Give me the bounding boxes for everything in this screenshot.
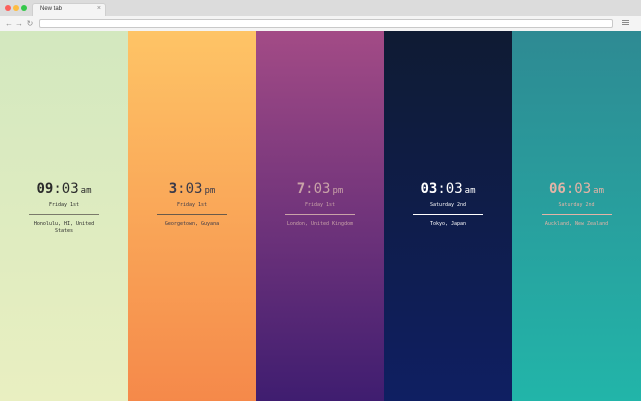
clock-divider — [157, 214, 227, 215]
clock-time: 7:03 pm — [256, 178, 384, 197]
clock-ampm: am — [80, 186, 92, 196]
clock-minute: 03 — [61, 181, 79, 197]
clock-date: Saturday 2nd — [558, 202, 595, 208]
clock-date: Friday 1st — [176, 202, 208, 208]
clock-colon: : — [305, 181, 314, 197]
clock-minute: 03 — [185, 181, 203, 197]
clock-location: Tokyo, Japan — [429, 221, 467, 227]
clock-minute: 03 — [445, 181, 463, 197]
back-arrow-icon[interactable]: ← — [5, 19, 13, 28]
clock-location: Auckland, New Zealand — [544, 221, 609, 227]
reload-icon[interactable]: ↻ — [26, 19, 34, 28]
world-clock-panels: 09:03 am Friday 1st Honolulu, HI, United … — [0, 31, 641, 401]
clock-panel-georgetown: 3:03 pm Friday 1st Georgetown, Guyana — [128, 31, 256, 401]
clock-ampm: am — [464, 186, 476, 196]
clock-time: 3:03 pm — [128, 178, 256, 197]
clock: 06:03 am Saturday 2nd Auckland, New Zeala… — [512, 178, 641, 228]
clock: 7:03 pm Friday 1st London, United Kingdom — [256, 178, 384, 228]
clock-colon: : — [53, 181, 62, 197]
clock: 03:03 am Saturday 2nd Tokyo, Japan — [384, 178, 512, 228]
clock-divider — [285, 214, 355, 215]
clock-ampm: pm — [204, 186, 216, 196]
clock-hour: 06 — [549, 181, 566, 197]
clock-time: 09:03 am — [0, 178, 128, 197]
clock-colon: : — [437, 181, 446, 197]
browser-toolbar: ← → ↻ — [0, 16, 641, 31]
clock-location: London, United Kingdom — [286, 221, 354, 227]
clock-ampm: am — [593, 186, 604, 196]
clock-hour: 09 — [36, 181, 54, 197]
clock-location: Honolulu, HI, United States — [33, 221, 95, 234]
close-window-icon[interactable] — [5, 5, 11, 11]
clock-hour: 7 — [296, 181, 306, 197]
clock-location: Georgetown, Guyana — [164, 221, 220, 227]
clock-panel-honolulu: 09:03 am Friday 1st Honolulu, HI, United … — [0, 31, 128, 401]
clock-divider — [29, 214, 99, 215]
tab-close-icon[interactable]: × — [97, 5, 101, 13]
clock-divider — [413, 214, 483, 215]
tab-new-tab[interactable]: New tab × — [32, 3, 106, 16]
clock: 3:03 pm Friday 1st Georgetown, Guyana — [128, 178, 256, 228]
clock-time: 03:03 am — [384, 178, 512, 197]
address-bar[interactable] — [39, 19, 613, 28]
clock-ampm: pm — [332, 186, 344, 196]
clock: 09:03 am Friday 1st Honolulu, HI, United … — [0, 178, 128, 235]
forward-arrow-icon[interactable]: → — [15, 19, 23, 28]
clock-hour: 3 — [168, 181, 178, 197]
hamburger-menu-icon[interactable] — [621, 19, 630, 28]
tab-strip: New tab × — [0, 0, 641, 16]
clock-hour: 03 — [420, 181, 438, 197]
clock-panel-auckland: 06:03 am Saturday 2nd Auckland, New Zeala… — [512, 31, 641, 401]
clock-time: 06:03 am — [512, 178, 641, 197]
clock-minute: 03 — [574, 181, 592, 197]
minimize-window-icon[interactable] — [13, 5, 19, 11]
clock-panel-london: 7:03 pm Friday 1st London, United Kingdom — [256, 31, 384, 401]
maximize-window-icon[interactable] — [21, 5, 27, 11]
clock-colon: : — [177, 181, 186, 197]
clock-panel-tokyo: 03:03 am Saturday 2nd Tokyo, Japan — [384, 31, 512, 401]
clock-divider — [541, 214, 612, 215]
clock-minute: 03 — [313, 181, 331, 197]
clock-date: Saturday 2nd — [429, 202, 467, 208]
tab-title: New tab — [40, 6, 63, 12]
clock-date: Friday 1st — [48, 202, 80, 208]
clock-date: Friday 1st — [304, 202, 336, 208]
browser-chrome: New tab × ← → ↻ — [0, 0, 641, 31]
